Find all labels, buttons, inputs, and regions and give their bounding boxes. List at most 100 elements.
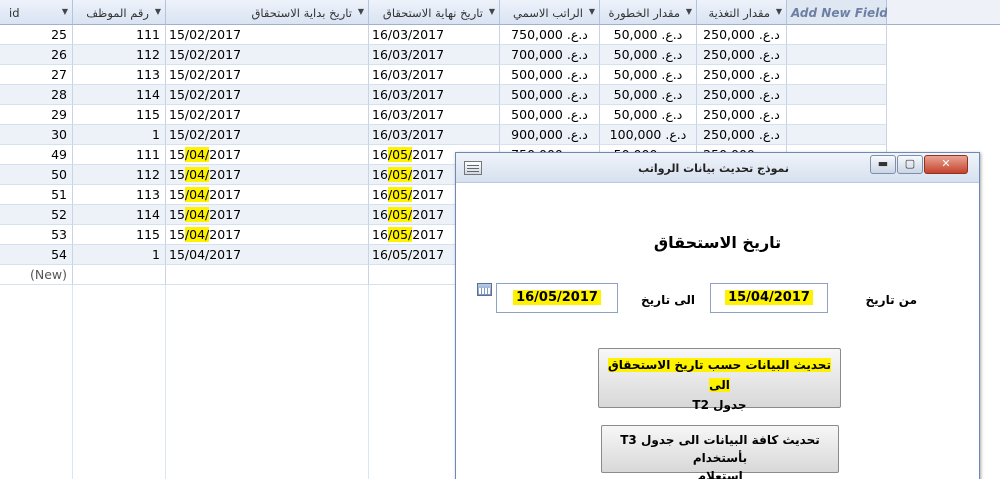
cell-emp[interactable]: 113 [73,185,166,205]
header-filler [887,0,1000,25]
cell-start[interactable]: 15/04/2017 [166,145,369,165]
cell-emp[interactable]: 114 [73,85,166,105]
cell-add[interactable] [787,25,887,45]
dialog-titlebar[interactable]: نموذج تحديث بيانات الرواتب ▬ ▢ ✕ [456,153,979,183]
cell-food[interactable]: 250,000 .د.ع [697,65,787,85]
from-date-field[interactable]: 15/04/2017 [710,283,828,313]
header-danger[interactable]: مقدار الخطورة ▼ [600,0,697,25]
cell-food[interactable]: 250,000 .د.ع [697,125,787,145]
header-end-date[interactable]: تاريخ نهاية الاستحقاق ▼ [369,0,500,25]
update-all-button[interactable]: تحديث كافة البيانات الى جدول T3 بأستخدام… [601,425,839,479]
cell-salary[interactable]: 750,000 .د.ع [500,25,600,45]
cell-food[interactable]: 250,000 .د.ع [697,25,787,45]
cell-id[interactable]: 26 [0,45,73,65]
add-new-field-header[interactable]: Add New Field [787,0,888,25]
cell-danger[interactable]: 50,000 .د.ع [600,85,697,105]
cell-end[interactable]: 16/03/2017 [369,25,500,45]
cell-id[interactable]: 50 [0,165,73,185]
cell-emp[interactable]: 112 [73,45,166,65]
cell-salary[interactable]: 500,000 .د.ع [500,85,600,105]
cell-danger[interactable]: 50,000 .د.ع [600,25,697,45]
cell-danger[interactable]: 50,000 .د.ع [600,105,697,125]
cell-add[interactable] [787,45,887,65]
cell-id[interactable]: 52 [0,205,73,225]
header-employee-number[interactable]: رقم الموظف ▼ [73,0,166,25]
empty-cell[interactable] [166,265,369,285]
cell-food[interactable]: 250,000 .د.ع [697,85,787,105]
highlight-mark: /04/ [184,207,210,222]
cell-emp[interactable]: 1 [73,125,166,145]
cell-danger[interactable]: 50,000 .د.ع [600,65,697,85]
cell-start[interactable]: 15/02/2017 [166,125,369,145]
cell-emp[interactable]: 112 [73,165,166,185]
cell-id[interactable]: 29 [0,105,73,125]
cell-id[interactable]: 28 [0,85,73,105]
cell-id[interactable]: 25 [0,25,73,45]
cell-emp[interactable]: 115 [73,225,166,245]
cell-start[interactable]: 15/02/2017 [166,45,369,65]
chevron-down-icon[interactable]: ▼ [489,7,495,16]
cell-add[interactable] [787,105,887,125]
cell-danger[interactable]: 100,000 .د.ع [600,125,697,145]
cell-emp[interactable]: 113 [73,65,166,85]
chevron-down-icon[interactable]: ▼ [358,7,364,16]
calendar-icon[interactable] [477,283,492,296]
chevron-down-icon[interactable]: ▼ [776,7,782,16]
cell-id[interactable]: 54 [0,245,73,265]
update-by-date-button[interactable]: تحديث البيانات حسب تاريخ الاستحقاق الى ج… [598,348,841,412]
cell-food[interactable]: 250,000 .د.ع [697,105,787,125]
maximize-button[interactable]: ▢ [897,155,923,174]
cell-start[interactable]: 15/02/2017 [166,85,369,105]
to-date-field[interactable]: 16/05/2017 [496,283,618,313]
cell-end[interactable]: 16/03/2017 [369,45,500,65]
dialog-title: نموذج تحديث بيانات الرواتب [638,162,789,175]
cell-id[interactable]: 51 [0,185,73,205]
chevron-down-icon[interactable]: ▼ [155,7,161,16]
cell-start[interactable]: 15/02/2017 [166,25,369,45]
empty-cell[interactable] [73,265,166,285]
close-button[interactable]: ✕ [924,155,968,174]
cell-emp[interactable]: 1 [73,245,166,265]
cell-salary[interactable]: 900,000 .د.ع [500,125,600,145]
to-date-label: الى تاريخ [641,293,696,307]
cell-emp[interactable]: 114 [73,205,166,225]
cell-end[interactable]: 16/03/2017 [369,125,500,145]
cell-id[interactable]: 49 [0,145,73,165]
cell-salary[interactable]: 500,000 .د.ع [500,65,600,85]
cell-emp[interactable]: 111 [73,25,166,45]
cell-salary[interactable]: 500,000 .د.ع [500,105,600,125]
cell-danger[interactable]: 50,000 .د.ع [600,45,697,65]
chevron-down-icon[interactable]: ▼ [686,7,692,16]
chevron-down-icon[interactable]: ▼ [62,7,68,16]
highlight-mark: /05/ [387,147,413,162]
cell-start[interactable]: 15/04/2017 [166,205,369,225]
cell-id[interactable]: 53 [0,225,73,245]
header-id[interactable]: id ▼ [0,0,73,25]
header-start-date[interactable]: تاريخ بداية الاستحقاق ▼ [166,0,369,25]
new-record-cell[interactable]: (New) [0,265,73,285]
cell-id[interactable]: 27 [0,65,73,85]
cell-start[interactable]: 15/04/2017 [166,225,369,245]
cell-emp[interactable]: 111 [73,145,166,165]
cell-food[interactable]: 250,000 .د.ع [697,45,787,65]
cell-add[interactable] [787,65,887,85]
header-salary[interactable]: الراتب الاسمي ▼ [500,0,600,25]
highlight-mark: /04/ [184,187,210,202]
cell-salary[interactable]: 700,000 .د.ع [500,45,600,65]
cell-start[interactable]: 15/04/2017 [166,165,369,185]
cell-start[interactable]: 15/02/2017 [166,105,369,125]
cell-start[interactable]: 15/04/2017 [166,245,369,265]
cell-add[interactable] [787,125,887,145]
cell-add[interactable] [787,85,887,105]
minimize-button[interactable]: ▬ [870,155,896,174]
cell-start[interactable]: 15/04/2017 [166,185,369,205]
cell-id[interactable]: 30 [0,125,73,145]
cell-end[interactable]: 16/03/2017 [369,85,500,105]
header-food[interactable]: مقدار التغذية ▼ [697,0,787,25]
cell-end[interactable]: 16/03/2017 [369,65,500,85]
chevron-down-icon[interactable]: ▼ [589,7,595,16]
cell-start[interactable]: 15/02/2017 [166,65,369,85]
from-date-label: من تاريخ [865,293,917,307]
cell-emp[interactable]: 115 [73,105,166,125]
cell-end[interactable]: 16/03/2017 [369,105,500,125]
